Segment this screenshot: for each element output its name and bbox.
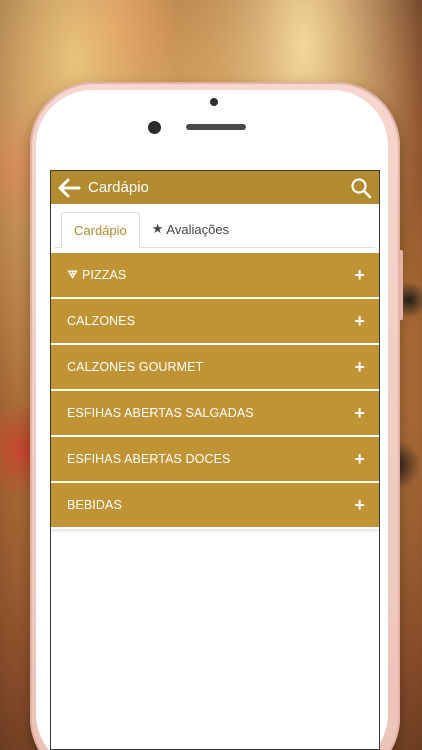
menu-item-label: CALZONES (67, 314, 136, 328)
phone-side-button (399, 250, 403, 320)
arrow-left-icon[interactable] (57, 177, 83, 199)
menu-item-calzones-gourmet[interactable]: CALZONES GOURMET + (51, 345, 379, 389)
expand-plus-icon[interactable]: + (354, 404, 365, 422)
pizza-slice-icon (67, 269, 78, 283)
expand-plus-icon[interactable]: + (354, 450, 365, 468)
app-bar: Cardápio (51, 171, 379, 204)
phone-sensor (210, 98, 218, 106)
expand-plus-icon[interactable]: + (354, 312, 365, 330)
menu-item-esfihas-doces[interactable]: ESFIHAS ABERTAS DOCES + (51, 437, 379, 481)
app-screen: Cardápio Cardápio ★ Avaliações PIZZAS + … (50, 170, 380, 750)
menu-item-pizzas[interactable]: PIZZAS + (51, 253, 379, 297)
tab-avaliacoes[interactable]: ★ Avaliações (140, 211, 241, 247)
menu-item-bebidas[interactable]: BEBIDAS + (51, 483, 379, 527)
expand-plus-icon[interactable]: + (354, 266, 365, 284)
menu-item-label: BEBIDAS (67, 498, 122, 512)
search-icon[interactable] (349, 176, 373, 200)
expand-plus-icon[interactable]: + (354, 496, 365, 514)
phone-speaker (186, 124, 246, 130)
list-shadow (51, 529, 379, 533)
front-camera (148, 121, 161, 134)
star-icon: ★ (151, 221, 164, 236)
menu-item-text: PIZZAS (82, 267, 127, 282)
tab-label: Cardápio (74, 222, 127, 238)
menu-item-esfihas-salgadas[interactable]: ESFIHAS ABERTAS SALGADAS + (51, 391, 379, 435)
menu-item-label: PIZZAS (67, 268, 354, 283)
menu-item-label: ESFIHAS ABERTAS SALGADAS (67, 406, 254, 420)
page-title: Cardápio (88, 179, 149, 196)
menu-category-list: PIZZAS + CALZONES + CALZONES GOURMET + E… (51, 253, 379, 533)
expand-plus-icon[interactable]: + (354, 358, 365, 376)
menu-item-calzones[interactable]: CALZONES + (51, 299, 379, 343)
tab-label: Avaliações (166, 221, 230, 237)
menu-item-label: ESFIHAS ABERTAS DOCES (67, 452, 231, 466)
menu-item-label: CALZONES GOURMET (67, 360, 204, 374)
tab-cardapio[interactable]: Cardápio (61, 212, 140, 248)
tab-bar: Cardápio ★ Avaliações (55, 204, 375, 248)
